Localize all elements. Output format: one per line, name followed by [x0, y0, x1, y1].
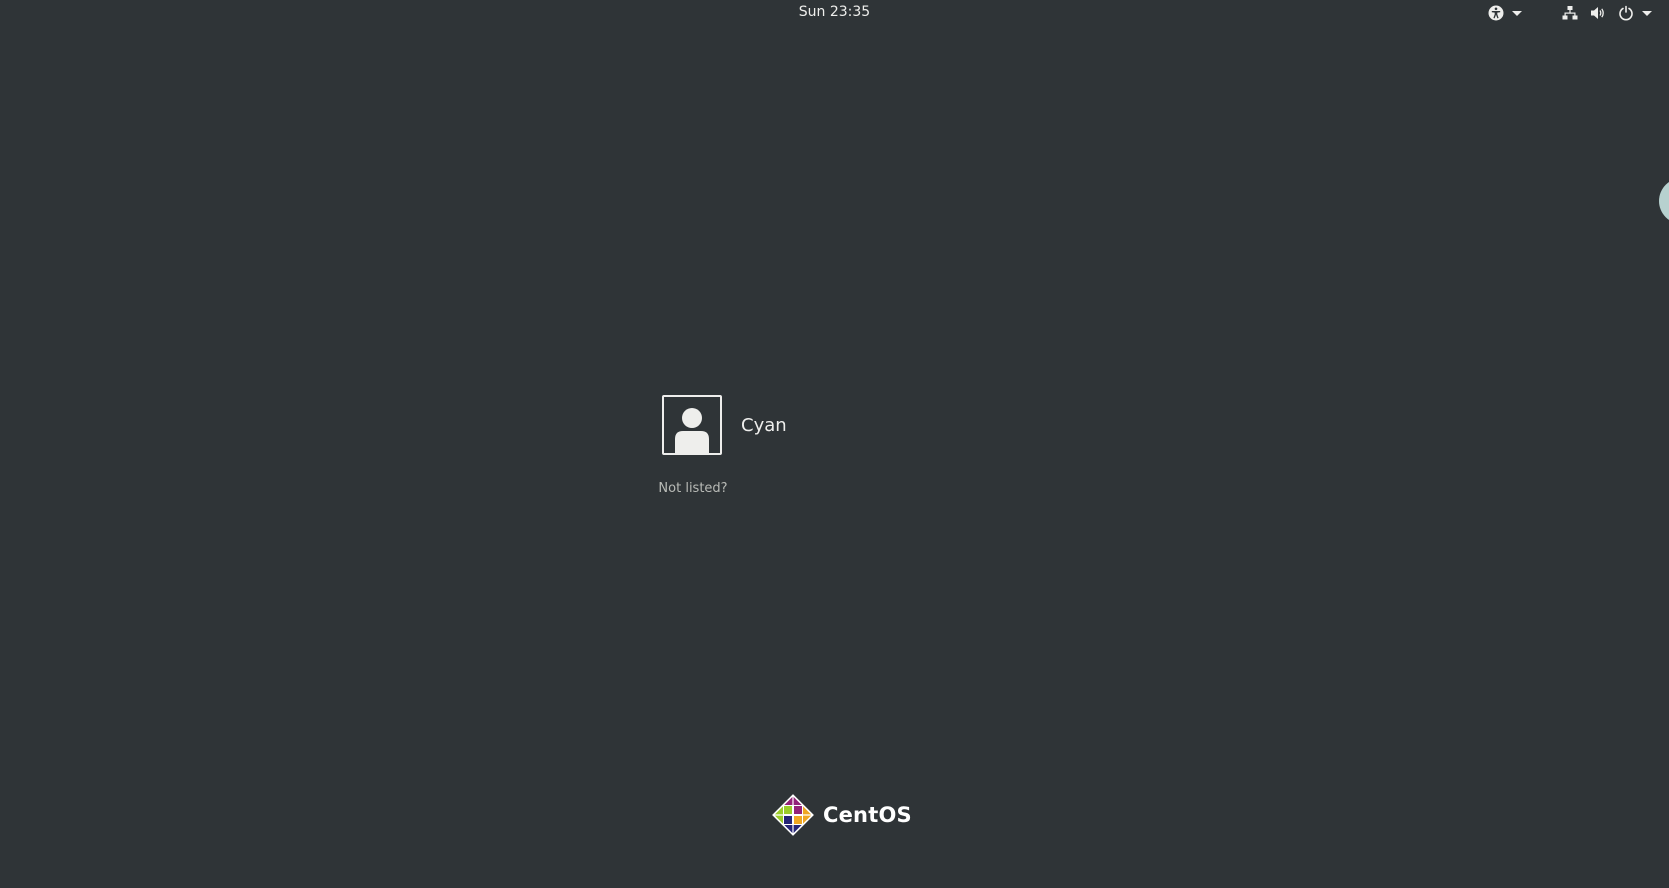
edge-notification-bubble[interactable] [1659, 178, 1669, 224]
network-wired-icon[interactable] [1560, 0, 1580, 26]
centos-logo: CentOS [771, 793, 912, 837]
accessibility-icon[interactable] [1488, 0, 1504, 26]
clock-container: Sun 23:35 [0, 4, 1669, 20]
not-listed-link[interactable]: Not listed? [640, 481, 746, 496]
user-name: Cyan [741, 414, 787, 436]
user-list-item-cyan[interactable]: Cyan [662, 395, 787, 455]
system-menu[interactable] [1560, 0, 1652, 26]
chevron-down-icon[interactable] [1504, 0, 1522, 26]
accessibility-menu[interactable] [1488, 0, 1522, 26]
clock[interactable]: Sun 23:35 [799, 4, 870, 20]
centos-logo-icon [772, 794, 814, 836]
top-bar: Sun 23:35 [0, 0, 1669, 26]
volume-icon[interactable] [1588, 0, 1608, 26]
avatar [662, 395, 722, 455]
power-icon[interactable] [1616, 0, 1636, 26]
login-screen: Sun 23:35 Cyan Not listed? CentOS [0, 0, 1669, 888]
chevron-down-icon[interactable] [1636, 0, 1652, 26]
avatar-user-icon [675, 408, 709, 453]
logo-text: CentOS [823, 803, 912, 827]
